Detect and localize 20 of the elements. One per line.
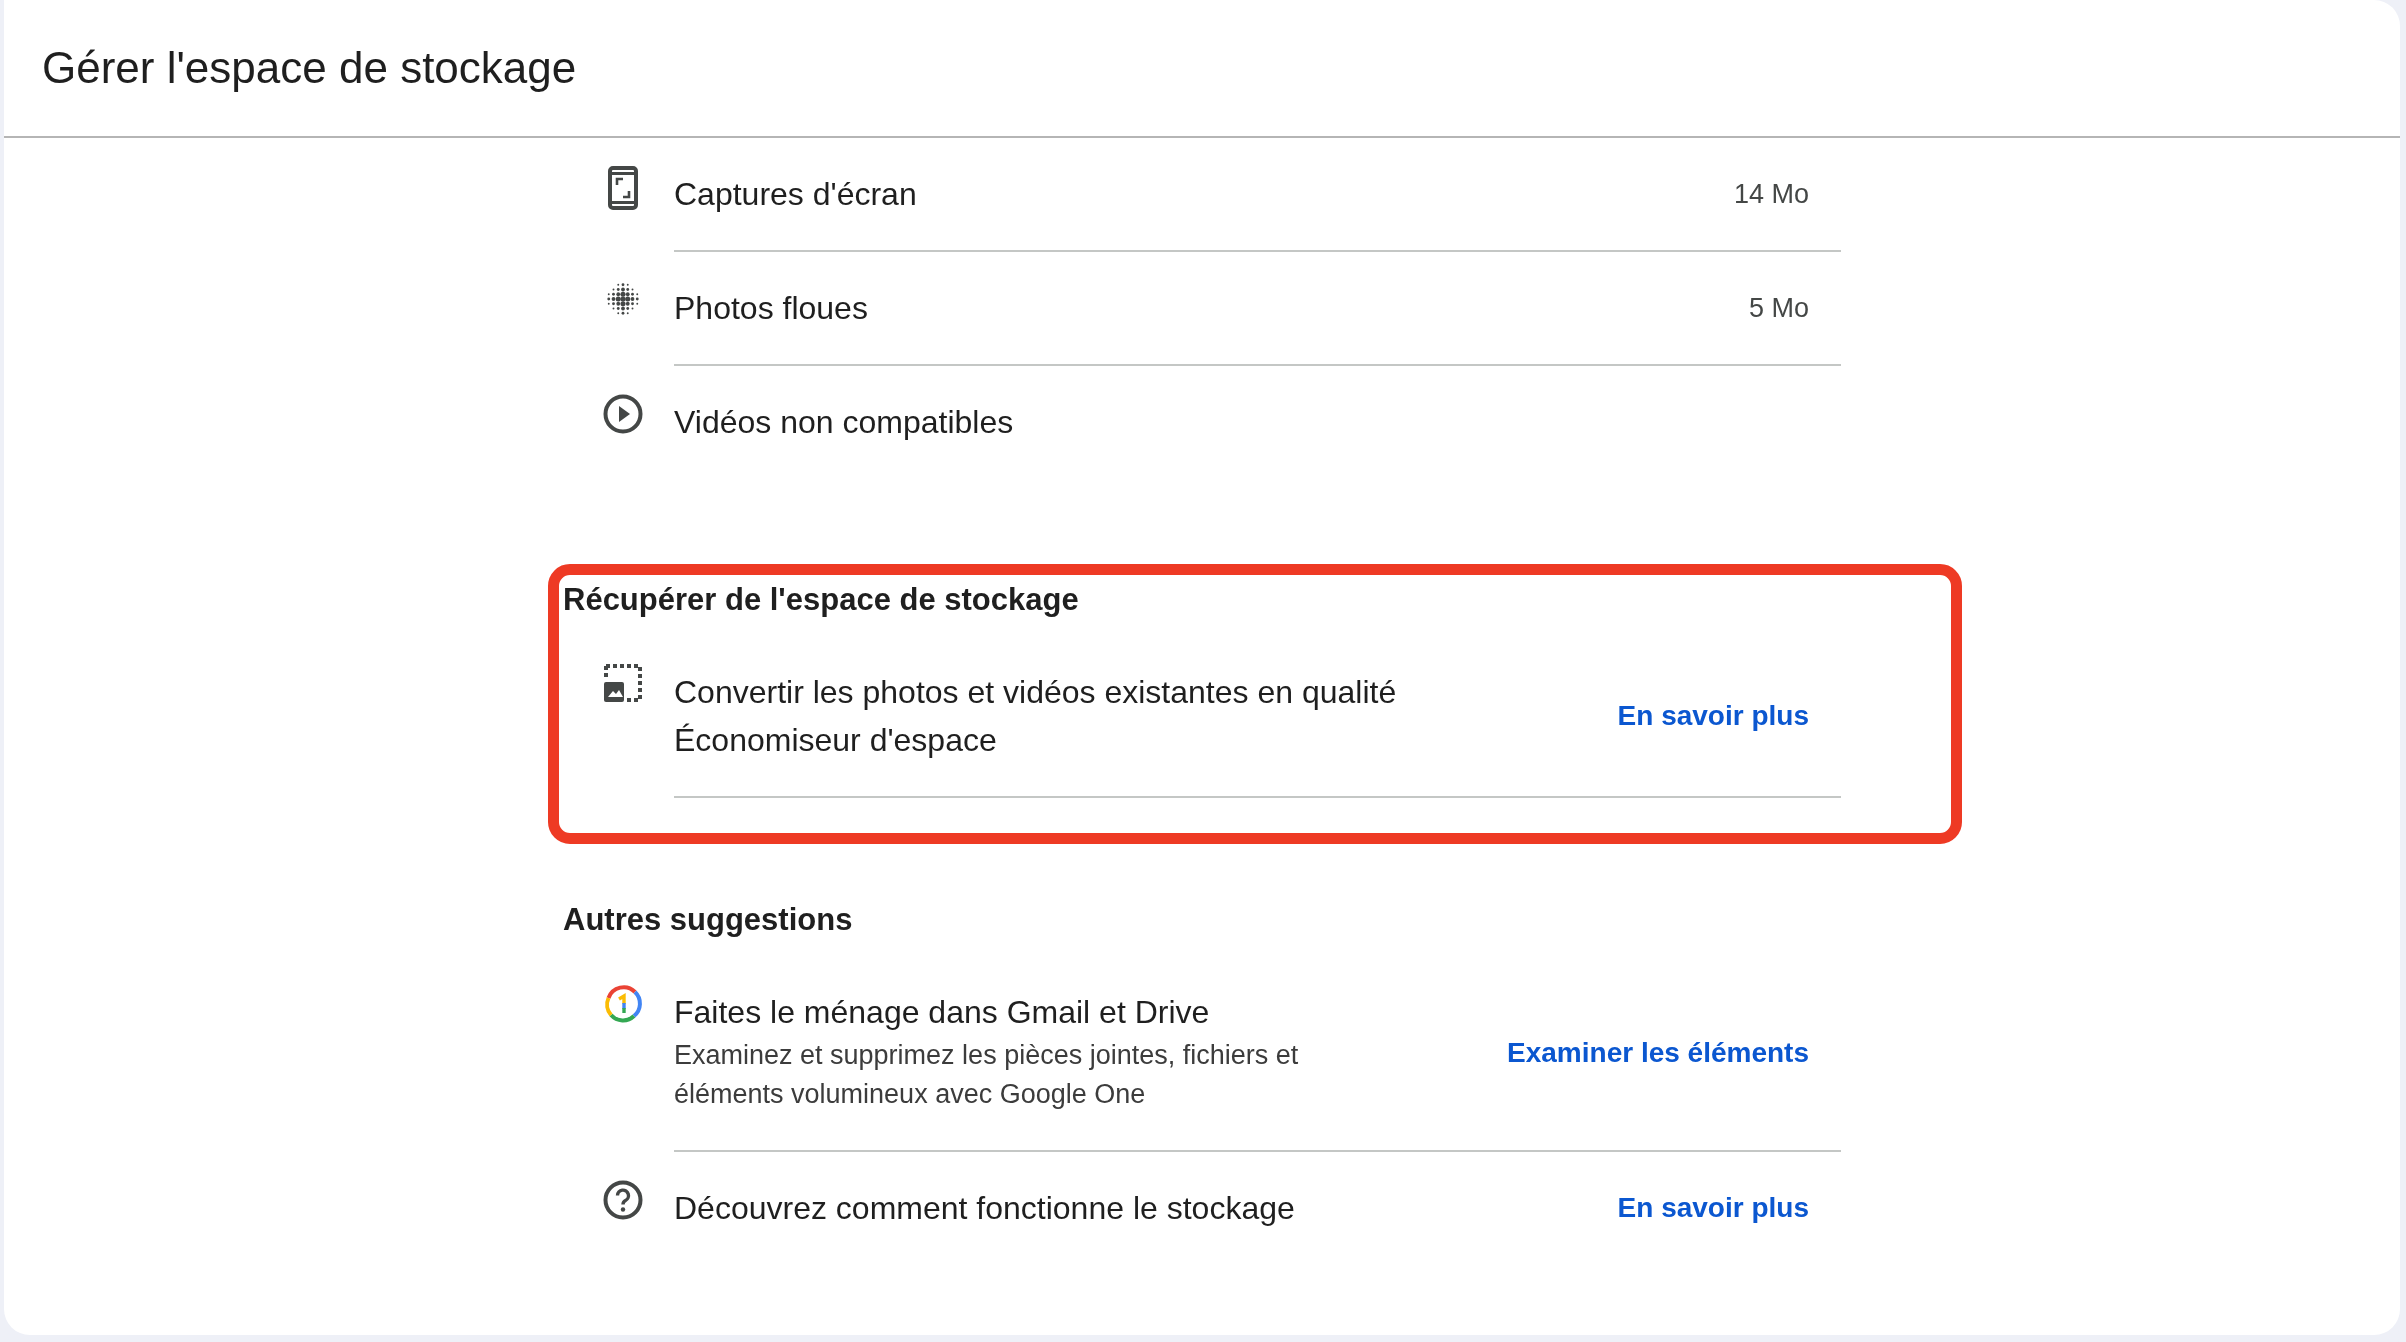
action-link[interactable]: Examiner les éléments — [1507, 1037, 1809, 1069]
size-value: 14 Mo — [1733, 178, 1809, 211]
page-title: Gérer l'espace de stockage — [42, 43, 577, 93]
item-title: Faites le ménage dans Gmail et Drive — [674, 993, 1211, 1032]
item-description: Examinez et supprimez les pièces jointes, fichiers et éléments volumineux avec Google One — [674, 1039, 1300, 1111]
help-icon — [602, 1180, 643, 1220]
item-title: Convertir les photos et vidéos existantes en qualité Économiseur d'espace — [674, 673, 1398, 760]
size-value: 5 Mo — [1748, 292, 1809, 325]
section-heading: Autres suggestions — [563, 902, 854, 938]
dashed-image-icon — [603, 664, 642, 702]
action-link[interactable]: En savoir plus — [1617, 700, 1809, 732]
item-title: Vidéos non compatibles — [674, 403, 1015, 442]
play-circle-icon — [602, 394, 643, 434]
item-title: Photos floues — [674, 289, 869, 328]
item-title: Découvrez comment fonctionne le stockage — [674, 1189, 1296, 1228]
item-title: Captures d'écran — [674, 175, 918, 214]
colored-ring-icon — [602, 984, 643, 1024]
phone-screenshot-icon — [607, 166, 638, 210]
action-link[interactable]: En savoir plus — [1617, 1192, 1809, 1224]
section-heading: Récupérer de l'espace de stockage — [563, 582, 1080, 618]
